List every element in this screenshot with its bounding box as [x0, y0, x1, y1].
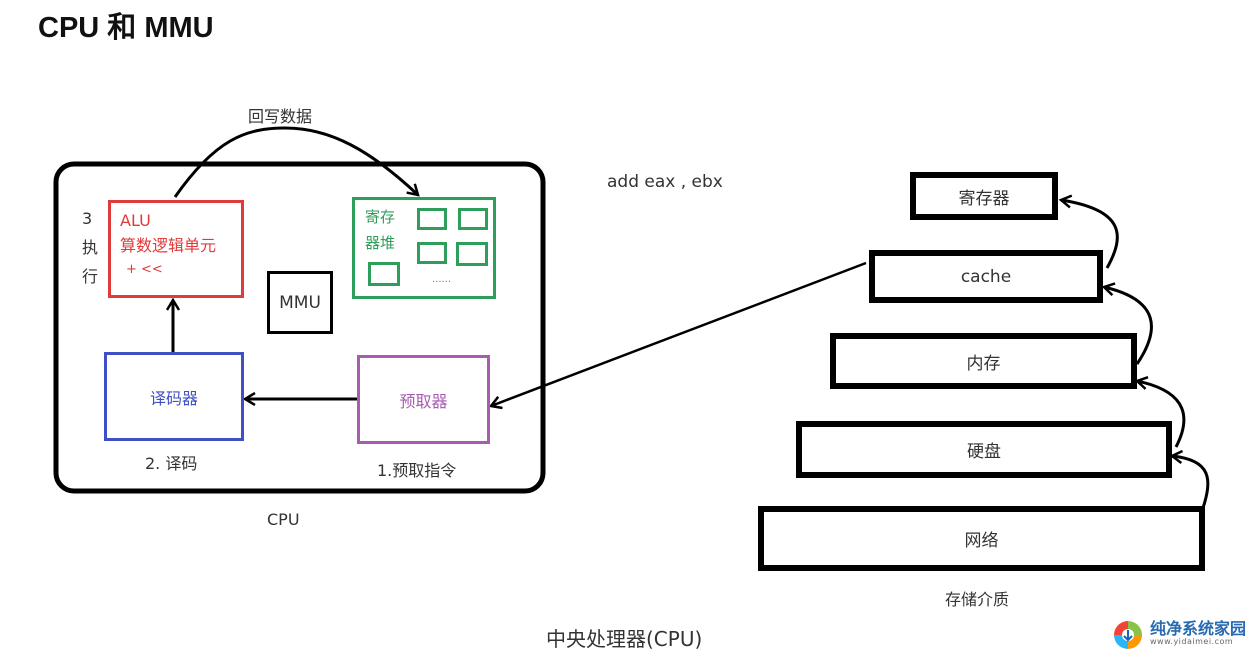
- register-file-label-1: 寄存: [365, 208, 396, 226]
- storage-caption: 存储介质: [945, 590, 1010, 609]
- decode-step-label: 2. 译码: [145, 454, 198, 473]
- alu-ops: + <<: [126, 262, 163, 277]
- mmu-block: MMU: [267, 271, 333, 334]
- decoder-block: 译码器: [104, 352, 244, 441]
- watermark: 纯净系统家园 www.yidaimei.com: [1112, 619, 1246, 651]
- network-to-disk-arrow: [1172, 456, 1210, 509]
- prefetcher-block: 预取器: [357, 355, 490, 444]
- prefetch-step-label: 1.预取指令: [377, 461, 457, 480]
- register-file-block: 寄存 器堆 ......: [352, 197, 496, 299]
- register-file-label-2: 器堆: [365, 234, 396, 252]
- storage-level-network: 网络: [758, 506, 1205, 571]
- prefetcher-label: 预取器: [399, 391, 448, 411]
- storage-level-disk: 硬盘: [796, 421, 1172, 478]
- writeback-label: 回写数据: [248, 107, 313, 126]
- execute-step-label: 3 执 行: [82, 209, 99, 286]
- cache-to-prefetch-arrow: [491, 261, 867, 406]
- register-cell: [417, 208, 447, 230]
- watermark-name: 纯净系统家园: [1150, 619, 1247, 638]
- watermark-url: www.yidaimei.com: [1150, 637, 1234, 646]
- cpu-label: CPU: [267, 510, 300, 529]
- alu-block: ALU 算数逻辑单元 + <<: [108, 200, 244, 298]
- decoder-label: 译码器: [149, 388, 198, 408]
- watermark-logo-icon: [1114, 621, 1142, 649]
- storage-level-memory: 内存: [830, 333, 1137, 389]
- storage-level-register: 寄存器: [910, 172, 1058, 220]
- footer-caption: 中央处理器(CPU): [546, 627, 703, 651]
- register-ellipsis: ......: [432, 274, 452, 285]
- register-cell: [458, 208, 488, 230]
- mmu-label: MMU: [279, 292, 321, 313]
- alu-desc: 算数逻辑单元: [120, 236, 217, 255]
- register-cell: [368, 262, 400, 286]
- alu-name: ALU: [120, 211, 151, 230]
- register-cell: [456, 242, 488, 266]
- storage-level-cache: cache: [869, 250, 1103, 303]
- instruction-text: add eax , ebx: [607, 172, 723, 192]
- register-cell: [417, 242, 447, 264]
